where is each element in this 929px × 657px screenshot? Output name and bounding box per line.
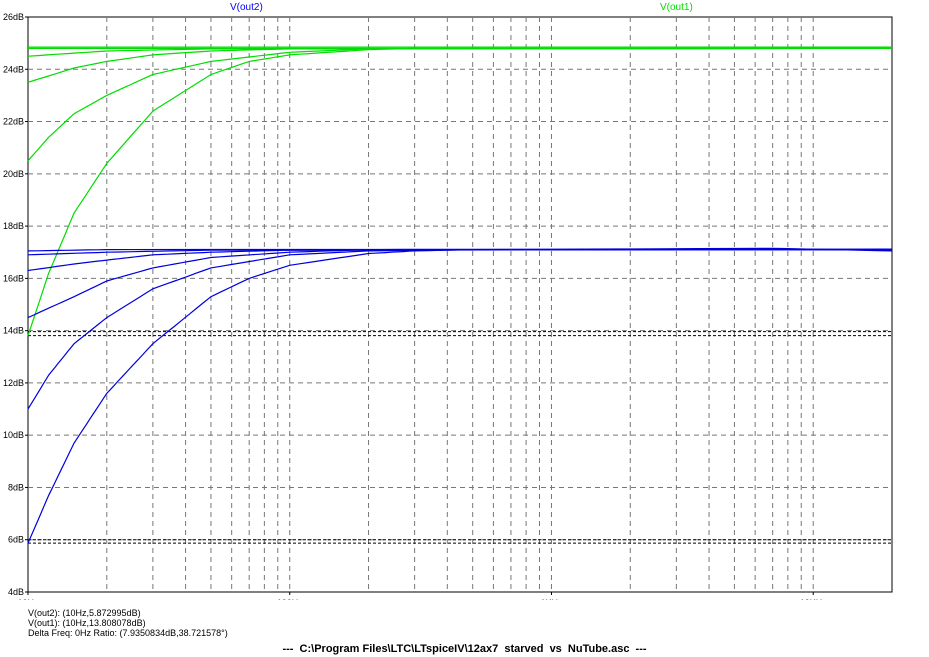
cursor-readout-vout1: V(out1): (10Hz,13.808078dB) — [28, 618, 146, 628]
y-tick-label: 4dB — [8, 587, 24, 597]
file-title: --- C:\Program Files\LTC\LTspiceIV\12ax7… — [282, 643, 647, 655]
bode-plot: 4dB 6dB 8dB 10dB 12dB 14dB 16dB 18dB 20dB 22dB 24d… — [3, 12, 893, 600]
y-tick-label: 22dB — [3, 117, 24, 127]
plot-frame — [27, 16, 893, 593]
y-tick-label: 14dB — [3, 326, 24, 336]
x-tick-label: 1KHz — [540, 598, 563, 600]
legend-vout2[interactable]: V(out2) — [230, 2, 263, 13]
y-tick-label: 24dB — [3, 64, 24, 74]
legend-vout1[interactable]: V(out1) — [660, 2, 693, 13]
x-tick-label: 100Hz — [277, 598, 304, 600]
cursor-readout-vout2: V(out2): (10Hz,5.872995dB) — [28, 608, 141, 618]
legend-vout1-label: V(out1) — [660, 2, 693, 13]
y-tick-label: 26dB — [3, 12, 24, 22]
y-tick-label: 18dB — [3, 221, 24, 231]
y-tick-label: 6dB — [8, 535, 24, 545]
y-tick-label: 10dB — [3, 430, 24, 440]
y-tick-label: 20dB — [3, 169, 24, 179]
x-tick-label: 10Hz — [17, 598, 39, 600]
y-tick-label: 12dB — [3, 378, 24, 388]
y-tick-label: 16dB — [3, 273, 24, 283]
legend-vout2-label: V(out2) — [230, 2, 263, 13]
y-tick-label: 8dB — [8, 482, 24, 492]
x-tick-label: 10KHz — [800, 598, 828, 600]
cursor-readout-delta: Delta Freq: 0Hz Ratio: (7.9350834dB,38.7… — [28, 628, 228, 638]
cursor-readout: V(out2): (10Hz,5.872995dB) V(out1): (10H… — [28, 608, 228, 638]
